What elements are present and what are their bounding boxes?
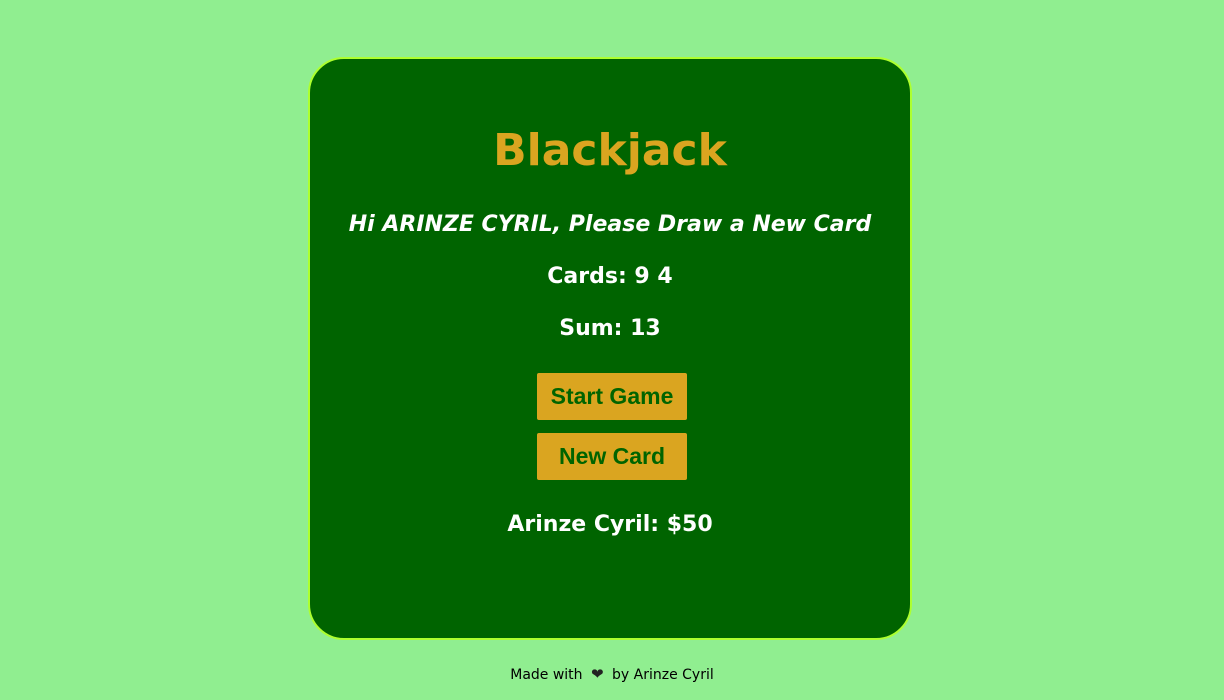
game-table: Blackjack Hi ARINZE CYRIL, Please Draw a… [308, 57, 912, 640]
start-game-button[interactable]: Start Game [537, 373, 687, 420]
game-title: Blackjack [493, 125, 727, 176]
footer: Made with ❤ by Arinze Cyril [0, 664, 1224, 685]
heart-icon: ❤ [591, 665, 604, 683]
new-card-button[interactable]: New Card [537, 433, 687, 480]
footer-made-with: Made with [510, 667, 583, 683]
sum-display: Sum: 13 [559, 316, 661, 341]
footer-author: by Arinze Cyril [612, 667, 714, 683]
player-chips: Arinze Cyril: $50 [507, 512, 713, 537]
cards-display: Cards: 9 4 [547, 264, 673, 289]
game-message: Hi ARINZE CYRIL, Please Draw a New Card [348, 212, 872, 237]
